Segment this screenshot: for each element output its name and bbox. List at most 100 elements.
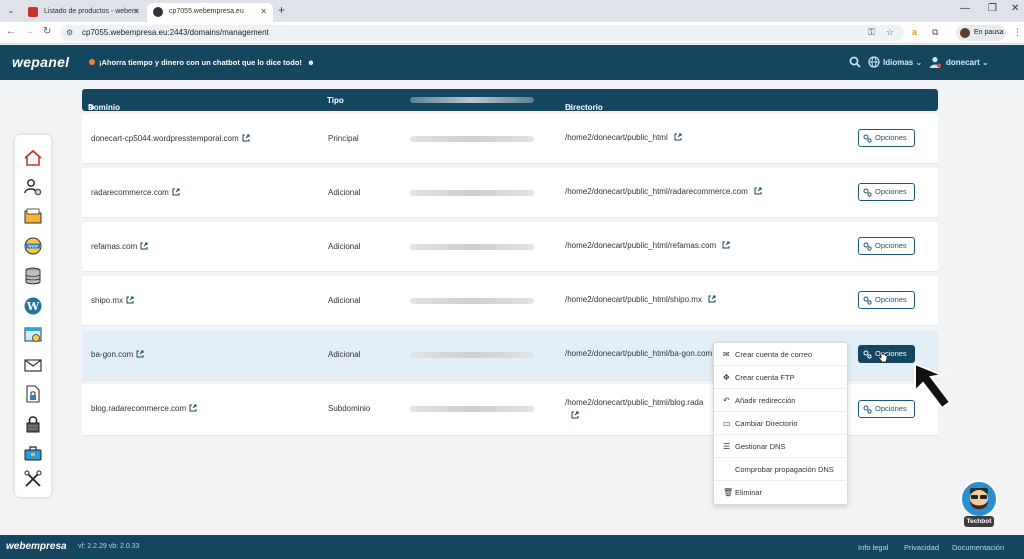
directory-link[interactable]: /home2/donecart/public_html/shipo.mx	[565, 295, 716, 304]
sidebar-item-security-files[interactable]	[23, 384, 43, 404]
language-selector[interactable]: Idiomas ⌄	[883, 58, 922, 67]
directory-text: /home2/donecart/public_html/radarecommer…	[565, 187, 748, 196]
domain-link[interactable]: donecart-cp5044.wordpresstemporal.com	[91, 134, 250, 143]
domain-link[interactable]: shipo.mx	[91, 296, 134, 305]
search-icon[interactable]	[849, 56, 861, 71]
restore-icon[interactable]: ❐	[988, 3, 997, 14]
menu-item-add-redirect[interactable]: ↶ Añadir redirección	[714, 389, 849, 412]
options-button[interactable]: Opciones	[858, 400, 915, 418]
domain-text: radarecommerce.com	[91, 188, 169, 197]
footer-link-privacy[interactable]: Privacidad	[904, 543, 939, 552]
options-label: Opciones	[875, 295, 907, 304]
close-tab-icon[interactable]: ✕	[133, 3, 140, 20]
sidebar-item-toolbox[interactable]	[23, 443, 43, 463]
domain-link[interactable]: blog.radarecommerce.com	[91, 404, 197, 413]
directory-link[interactable]: /home2/donecart/public_html/refamas.com	[565, 241, 730, 250]
external-link-icon[interactable]	[140, 242, 148, 250]
external-link-icon[interactable]	[242, 134, 250, 142]
sidebar-item-users[interactable]	[23, 177, 43, 197]
globe-icon[interactable]	[868, 56, 880, 71]
url-field[interactable]: ⚙ cp7055.webempresa.eu:2443/domains/mana…	[60, 25, 904, 41]
sidebar-item-ssl[interactable]	[23, 414, 43, 434]
close-window-icon[interactable]: ✕	[1011, 3, 1019, 14]
webempresa-logo[interactable]: webempresa	[6, 541, 67, 552]
external-link-icon[interactable]	[754, 187, 762, 195]
header-type-label[interactable]: Tipo	[327, 96, 344, 105]
header-domain-label: Dominio	[88, 103, 120, 112]
user-menu[interactable]: donecart ⌄	[946, 58, 989, 67]
sidebar-item-website[interactable]	[23, 325, 43, 345]
forward-icon[interactable]: →	[24, 26, 34, 37]
external-link-icon[interactable]	[136, 350, 144, 358]
browser-menu-icon[interactable]: ⋮	[1013, 27, 1022, 38]
loading-placeholder	[410, 352, 534, 358]
external-link-icon[interactable]	[172, 188, 180, 196]
directory-text: /home2/donecart/public_html/shipo.mx	[565, 295, 702, 304]
menu-item-delete[interactable]: 🗑 Eliminar	[714, 481, 849, 504]
techbot-avatar	[960, 480, 998, 518]
browser-tab-cpanel[interactable]: cp7055.webempresa.eu ✕	[147, 3, 273, 22]
site-info-icon[interactable]: ⚙	[66, 28, 73, 37]
list-icon: ☰	[723, 442, 731, 451]
external-link-icon[interactable]	[708, 295, 716, 303]
external-link-icon[interactable]	[674, 133, 682, 141]
user-icon[interactable]	[929, 56, 941, 71]
domain-link[interactable]: radarecommerce.com	[91, 188, 180, 197]
back-icon[interactable]: ←	[6, 26, 16, 37]
wepanel-logo[interactable]: wepanel	[12, 54, 69, 70]
domain-text: donecart-cp5044.wordpresstemporal.com	[91, 134, 239, 143]
lock-icon	[26, 416, 40, 433]
reload-icon[interactable]: ↻	[43, 26, 51, 37]
external-link-icon[interactable]	[126, 296, 134, 304]
options-button[interactable]: Opciones	[858, 291, 915, 309]
extension-amazon-icon[interactable]: a	[912, 27, 917, 37]
external-link-icon[interactable]	[722, 241, 730, 249]
sidebar-item-home[interactable]	[23, 148, 43, 168]
loading-placeholder	[410, 97, 534, 103]
tab-search-icon[interactable]: ⌄	[4, 4, 18, 18]
directory-link[interactable]: /home2/donecart/public_html/ba-gon.com	[565, 349, 712, 358]
directory-link[interactable]: /home2/donecart/public_html/blog.rada	[565, 398, 703, 407]
options-button[interactable]: Opciones	[858, 237, 915, 255]
directory-text: /home2/donecart/public_html/ba-gon.com	[565, 349, 713, 358]
options-button[interactable]: Opciones	[858, 129, 915, 147]
promo-dot-icon	[89, 59, 95, 65]
domain-link[interactable]: ba-gon.com	[91, 350, 144, 359]
directory-text: /home2/donecart/public_html	[565, 133, 668, 142]
menu-item-create-ftp[interactable]: ✥ Crear cuenta FTP	[714, 366, 849, 389]
robot-icon: ☻	[307, 58, 315, 67]
password-key-icon[interactable]: ⚿	[868, 27, 875, 38]
menu-item-create-email[interactable]: ✉ Crear cuenta de correo	[714, 343, 849, 366]
minimize-icon[interactable]: —	[960, 3, 970, 14]
sidebar-item-files[interactable]	[23, 206, 43, 226]
extensions-puzzle-icon[interactable]: ⧉	[932, 27, 938, 38]
directory-link[interactable]: /home2/donecart/public_html	[565, 133, 682, 142]
menu-item-check-dns-propagation[interactable]: Comprobar propagación DNS	[714, 458, 849, 481]
promo-banner[interactable]: ¡Ahorra tiempo y dinero con un chatbot q…	[89, 58, 315, 67]
sidebar-item-domains[interactable]: www	[23, 236, 43, 256]
mail-icon: ✉	[723, 350, 730, 359]
close-tab-icon[interactable]: ✕	[260, 3, 267, 20]
profile-status-button[interactable]: En pausa	[956, 25, 1006, 41]
external-link-icon[interactable]	[189, 404, 197, 412]
menu-item-change-directory[interactable]: ▭ Cambiar Directorio	[714, 412, 849, 435]
sidebar-item-email[interactable]	[23, 355, 43, 375]
sidebar-item-databases[interactable]	[23, 266, 43, 286]
domain-link[interactable]: refamas.com	[91, 242, 148, 251]
options-button[interactable]: Opciones	[858, 183, 915, 201]
directory-link[interactable]: /home2/donecart/public_html/radarecommer…	[565, 187, 762, 196]
bookmark-star-icon[interactable]: ☆	[886, 27, 894, 38]
domains-table-header: ⊕ Dominio Tipo ▭ Directorio	[82, 89, 938, 112]
gear-icon	[863, 134, 872, 143]
footer-link-legal[interactable]: Info legal	[858, 543, 888, 552]
sidebar-item-tools[interactable]	[23, 469, 43, 489]
footer-link-documentation[interactable]: Documentación	[952, 543, 1004, 552]
menu-item-manage-dns[interactable]: ☰ Gestionar DNS	[714, 435, 849, 458]
table-row: donecart-cp5044.wordpresstemporal.com Pr…	[82, 114, 938, 164]
bearded-bot-icon	[970, 488, 988, 510]
browser-tab-products[interactable]: Listado de productos - webem ✕	[22, 3, 146, 22]
sidebar-item-wordpress[interactable]: W	[23, 296, 43, 316]
external-link-icon[interactable]	[571, 411, 579, 419]
techbot-chat-button[interactable]: Techbot	[958, 478, 1000, 530]
new-tab-icon[interactable]: +	[278, 3, 285, 17]
